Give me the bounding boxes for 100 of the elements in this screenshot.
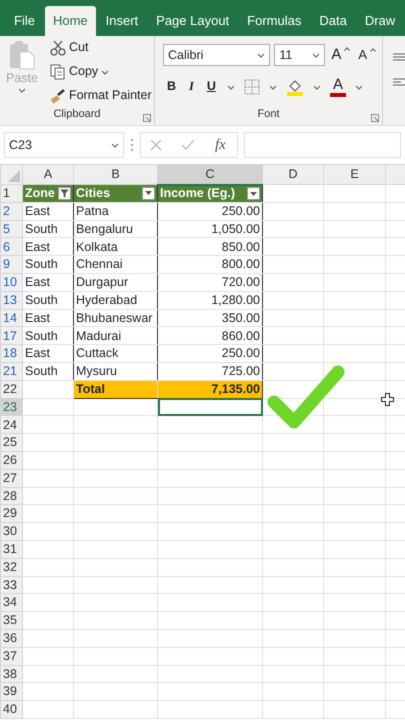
font-size-dropdown[interactable]: 11: [274, 44, 326, 66]
table-cell: Patna: [74, 202, 158, 220]
table-cell: South: [22, 256, 74, 274]
table-cell: 350.00: [158, 309, 262, 327]
table-cell: Bengaluru: [74, 220, 158, 238]
drag-handle-icon[interactable]: [130, 138, 134, 152]
row-header[interactable]: 9: [0, 256, 22, 274]
table-cell: 725.00: [158, 362, 262, 380]
font-color-button[interactable]: A: [330, 76, 346, 98]
column-title: Income (Eg.): [160, 187, 236, 200]
ribbon-tab[interactable]: Draw: [356, 6, 404, 36]
table-cell: 800.00: [158, 256, 262, 274]
row-header[interactable]: 33: [0, 576, 22, 594]
caret-icon[interactable]: [354, 84, 363, 90]
clipboard-icon: [8, 40, 36, 70]
row-header[interactable]: 27: [0, 469, 22, 488]
cursor-icon: [381, 393, 394, 406]
caret-icon[interactable]: [226, 84, 235, 90]
table-cell: Kolkata: [74, 238, 158, 256]
row-header[interactable]: 30: [0, 522, 22, 540]
table-cell: East: [22, 202, 74, 220]
ribbon-tab[interactable]: Page Layout: [148, 6, 238, 36]
column-header[interactable]: B: [74, 164, 158, 184]
row-header[interactable]: 17: [0, 326, 22, 345]
selected-cell[interactable]: [158, 398, 262, 416]
row-header[interactable]: 34: [0, 594, 22, 612]
bold-button[interactable]: B: [165, 80, 178, 94]
row-header[interactable]: 38: [0, 665, 22, 683]
row-header[interactable]: 13: [0, 291, 22, 310]
formula-input[interactable]: [244, 132, 401, 158]
dialog-launcher-icon[interactable]: [143, 114, 151, 122]
ribbon-button[interactable]: Copy: [48, 64, 154, 80]
name-box[interactable]: C23: [4, 132, 124, 158]
row-header[interactable]: 36: [0, 629, 22, 648]
table-cell: 860.00: [158, 326, 262, 345]
row-header[interactable]: 23: [0, 398, 22, 416]
row-header[interactable]: 37: [0, 647, 22, 666]
column-header[interactable]: E: [324, 164, 386, 184]
row-header[interactable]: 32: [0, 558, 22, 576]
row-header[interactable]: 18: [0, 344, 22, 362]
checkmark-icon[interactable]: [180, 139, 195, 151]
caret-icon[interactable]: [312, 84, 321, 90]
table-cell: Cuttack: [74, 344, 158, 362]
ribbon-button[interactable]: Format Painter: [48, 88, 154, 104]
column-title: Zone: [25, 187, 55, 200]
table-cell: 7,135.00: [158, 380, 262, 398]
italic-button[interactable]: I: [187, 80, 196, 94]
caret-up-icon: [344, 46, 350, 51]
font-name-dropdown[interactable]: Calibri: [163, 44, 270, 66]
copy-icon: [50, 64, 66, 80]
row-header[interactable]: 6: [0, 238, 22, 256]
row-header[interactable]: 14: [0, 309, 22, 327]
dialog-launcher-icon[interactable]: [371, 114, 379, 122]
row-header[interactable]: 29: [0, 504, 22, 523]
row-header[interactable]: 35: [0, 612, 22, 630]
column-header[interactable]: C: [158, 164, 262, 184]
caret-icon: [101, 70, 110, 74]
paintbrush-icon: [50, 88, 66, 104]
ribbon-tab[interactable]: Home: [44, 6, 96, 36]
column-header[interactable]: D: [262, 164, 324, 184]
scissors-icon: [50, 40, 66, 56]
caret-icon[interactable]: [268, 84, 277, 90]
ribbon-button[interactable]: Cut: [48, 40, 154, 56]
table-cell: Durgapur: [74, 273, 158, 292]
filter-button[interactable]: [247, 187, 260, 200]
underline-button[interactable]: U: [204, 80, 218, 94]
row-header[interactable]: 25: [0, 434, 22, 452]
row-header[interactable]: 24: [0, 416, 22, 434]
row-header[interactable]: 2: [0, 202, 22, 220]
table-cell: East: [22, 309, 74, 327]
row-header[interactable]: 21: [0, 362, 22, 380]
shrink-font-button[interactable]: A: [356, 48, 378, 62]
row-header[interactable]: 28: [0, 487, 22, 505]
grow-font-button[interactable]: A: [329, 46, 352, 64]
table-cell: Chennai: [74, 256, 158, 274]
row-header[interactable]: 22: [0, 380, 22, 398]
ribbon-tab[interactable]: Insert: [98, 6, 146, 36]
row-header[interactable]: 5: [0, 220, 22, 238]
insert-function-button[interactable]: fx: [212, 136, 228, 154]
align-left-icon[interactable]: [393, 78, 405, 86]
row-header[interactable]: 40: [0, 700, 22, 718]
ribbon-tab[interactable]: Formulas: [239, 6, 310, 36]
align-top-icon[interactable]: [393, 52, 405, 61]
row-header[interactable]: 31: [0, 540, 22, 558]
fill-color-icon[interactable]: [286, 78, 304, 96]
row-header[interactable]: 1: [0, 184, 22, 202]
row-header[interactable]: 39: [0, 682, 22, 701]
borders-icon[interactable]: [244, 79, 260, 95]
ribbon-tab[interactable]: Data: [311, 6, 355, 36]
caret-up-icon: [370, 48, 376, 52]
table-cell: South: [22, 291, 74, 310]
filter-button[interactable]: [142, 186, 155, 200]
table-cell: 850.00: [158, 238, 262, 256]
table-cell: South: [22, 220, 74, 238]
row-header[interactable]: 10: [0, 273, 22, 292]
ribbon-tab[interactable]: File: [6, 6, 43, 36]
table-cell: Mysuru: [74, 362, 158, 380]
table-cell: 250.00: [158, 344, 262, 362]
row-header[interactable]: 26: [0, 451, 22, 470]
column-header[interactable]: A: [22, 164, 74, 184]
